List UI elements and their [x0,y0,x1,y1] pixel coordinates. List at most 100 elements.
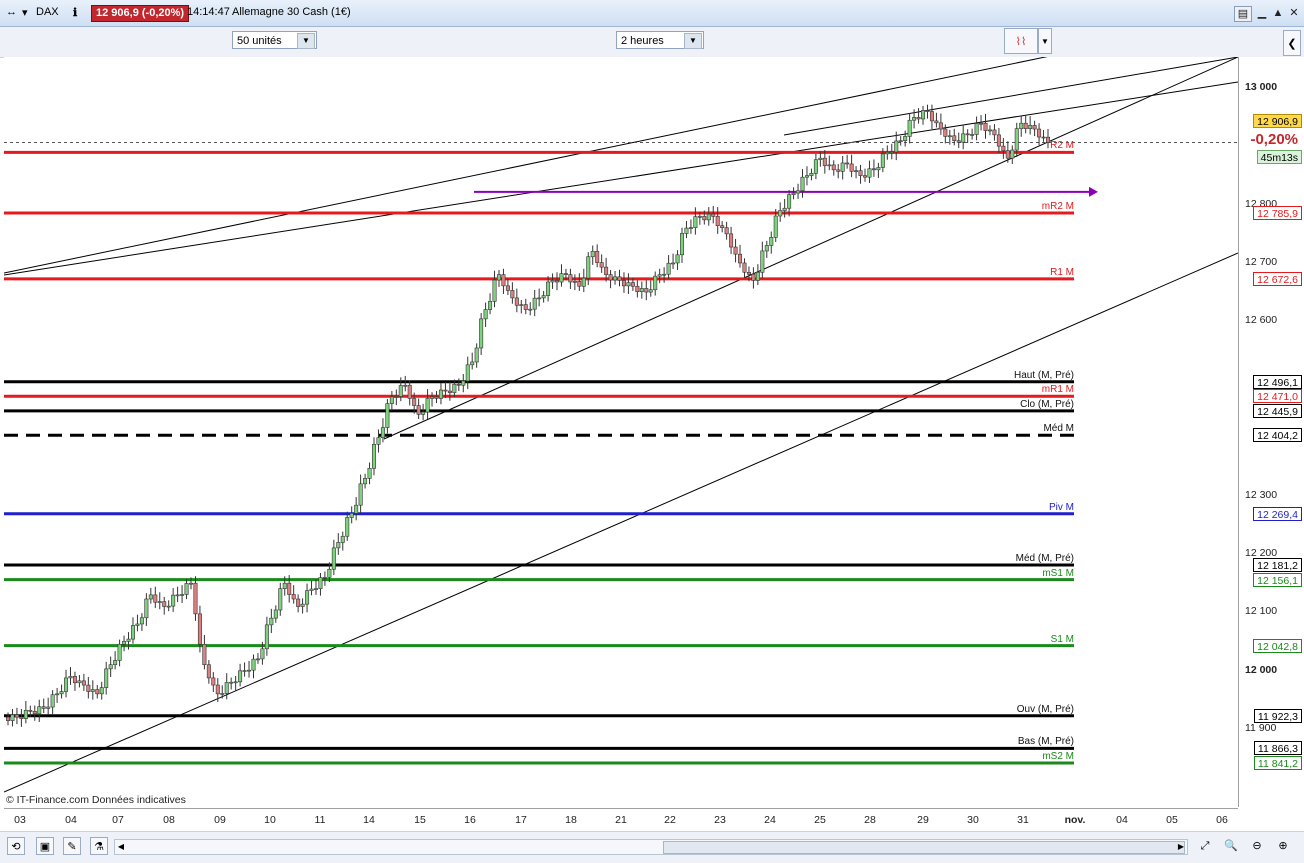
x-tick-label: 17 [515,814,527,826]
candle-body [621,280,626,287]
window-arrows-icon[interactable]: ↔ [6,6,17,18]
candle-body [340,535,345,543]
zoom-fit-icon[interactable]: ⤢ [1196,837,1214,855]
x-tick-label: 22 [664,814,676,826]
chart-tools-icon[interactable]: ⌇⌇ [1004,28,1038,54]
trend-line [783,57,1238,136]
chart-scrollbar[interactable]: ◀ ▶ [114,839,1188,855]
candle-body [1019,122,1024,129]
candle-body [412,398,417,406]
candle-body [929,111,934,122]
candle-body [291,594,296,600]
candle-body [943,128,948,137]
candle-body [1023,122,1028,129]
candle-body [1041,136,1046,139]
candle-body [398,385,403,397]
x-tick-label: 18 [565,814,577,826]
candle-body [126,638,131,642]
candle-body [983,122,988,131]
candle-body [550,280,555,283]
level-price-tag: 12 471,0 [1253,389,1302,404]
share-icon[interactable]: ⟲ [7,837,25,855]
purple-arrow-head [1089,186,1098,197]
level-label: S1 M [1050,633,1074,645]
candle-body [1005,150,1010,159]
zoom-reset-icon[interactable]: ⊕ [1274,837,1292,855]
info-icon[interactable]: ℹ [73,6,77,19]
candle-body [238,670,243,683]
window-menu-icon[interactable]: ▾ [22,6,28,19]
screenshot-icon[interactable]: ▣ [36,837,54,855]
candle-body [635,285,640,292]
units-select-value: 50 unités [237,35,282,47]
candle-body [496,274,501,281]
candle-body [327,568,332,578]
candle-body [135,623,140,626]
candle-timer-tag: 45m13s [1256,150,1302,165]
maximize-icon[interactable]: ▲ [1270,6,1286,20]
y-tick-label: 12 000 [1245,663,1278,676]
candle-body [23,709,28,719]
x-tick-label: 04 [1116,814,1128,826]
candle-body [175,594,180,597]
candle-body [474,347,479,363]
x-tick-label: 21 [615,814,627,826]
candle-body [505,285,510,291]
candle-body [559,273,564,283]
candle-body [666,262,671,275]
candle-body [760,250,765,273]
candle-body [956,140,961,143]
keyboard-icon[interactable]: ▤ [1234,6,1252,22]
candle-body [363,478,368,485]
close-icon[interactable]: ✕ [1286,6,1302,20]
candle-body [251,658,256,671]
candle-body [300,603,305,607]
candle-body [862,175,867,178]
candle-body [380,427,385,438]
level-label: Méd (M, Pré) [1015,553,1074,565]
candle-body [345,517,350,537]
side-panel-toggle-icon[interactable]: ❮ [1283,30,1301,56]
chevron-down-icon[interactable]: ▼ [297,33,315,49]
candle-body [247,669,252,672]
instrument-label: Allemagne 30 Cash (1€) [232,6,351,18]
candle-body [702,216,707,221]
candle-body [501,274,506,287]
candle-body [711,213,716,217]
candle-body [934,120,939,124]
chart-tools-dropdown-icon[interactable]: ▼ [1038,28,1052,54]
candle-body [876,167,881,171]
candle-body [1028,125,1033,129]
watermark: © IT-Finance.com Données indicatives [6,794,186,806]
scroll-left-icon[interactable]: ◀ [115,840,127,854]
candle-body [907,119,912,137]
indicators-icon[interactable]: ⚗ [90,837,108,855]
candle-body [537,297,542,300]
level-label: Bas (M, Pré) [1017,736,1074,748]
level-price-tag: 12 785,9 [1253,205,1302,220]
candle-body [617,276,622,281]
candle-body [626,282,631,287]
zoom-out-icon[interactable]: ⊖ [1248,837,1266,855]
candle-body [947,135,952,138]
candle-body [372,444,377,469]
chevron-down-icon[interactable]: ▼ [684,33,702,49]
candle-body [318,577,323,589]
drawing-tools-icon[interactable]: ✎ [63,837,81,855]
minimize-icon[interactable]: ▁ [1254,6,1270,20]
candle-body [952,135,957,141]
candle-body [117,643,122,661]
candle-body [425,398,430,413]
candle-body [563,273,568,275]
scroll-right-icon[interactable]: ▶ [1175,840,1187,854]
level-price-tag: 12 672,6 [1253,271,1302,286]
x-tick-label: 29 [917,814,929,826]
scrollbar-thumb[interactable] [663,841,1185,854]
bottom-toolbar: ⟲ ▣ ✎ ⚗ ◀ ▶ ⤢ 🔍 ⊖ ⊕ [0,831,1304,863]
zoom-in-icon[interactable]: 🔍 [1222,837,1240,855]
units-select[interactable]: 50 unités ▼ [232,31,317,49]
candle-body [28,709,33,712]
candle-body [845,162,850,165]
period-select[interactable]: 2 heures ▼ [616,31,704,49]
level-label: Piv M [1049,501,1074,513]
